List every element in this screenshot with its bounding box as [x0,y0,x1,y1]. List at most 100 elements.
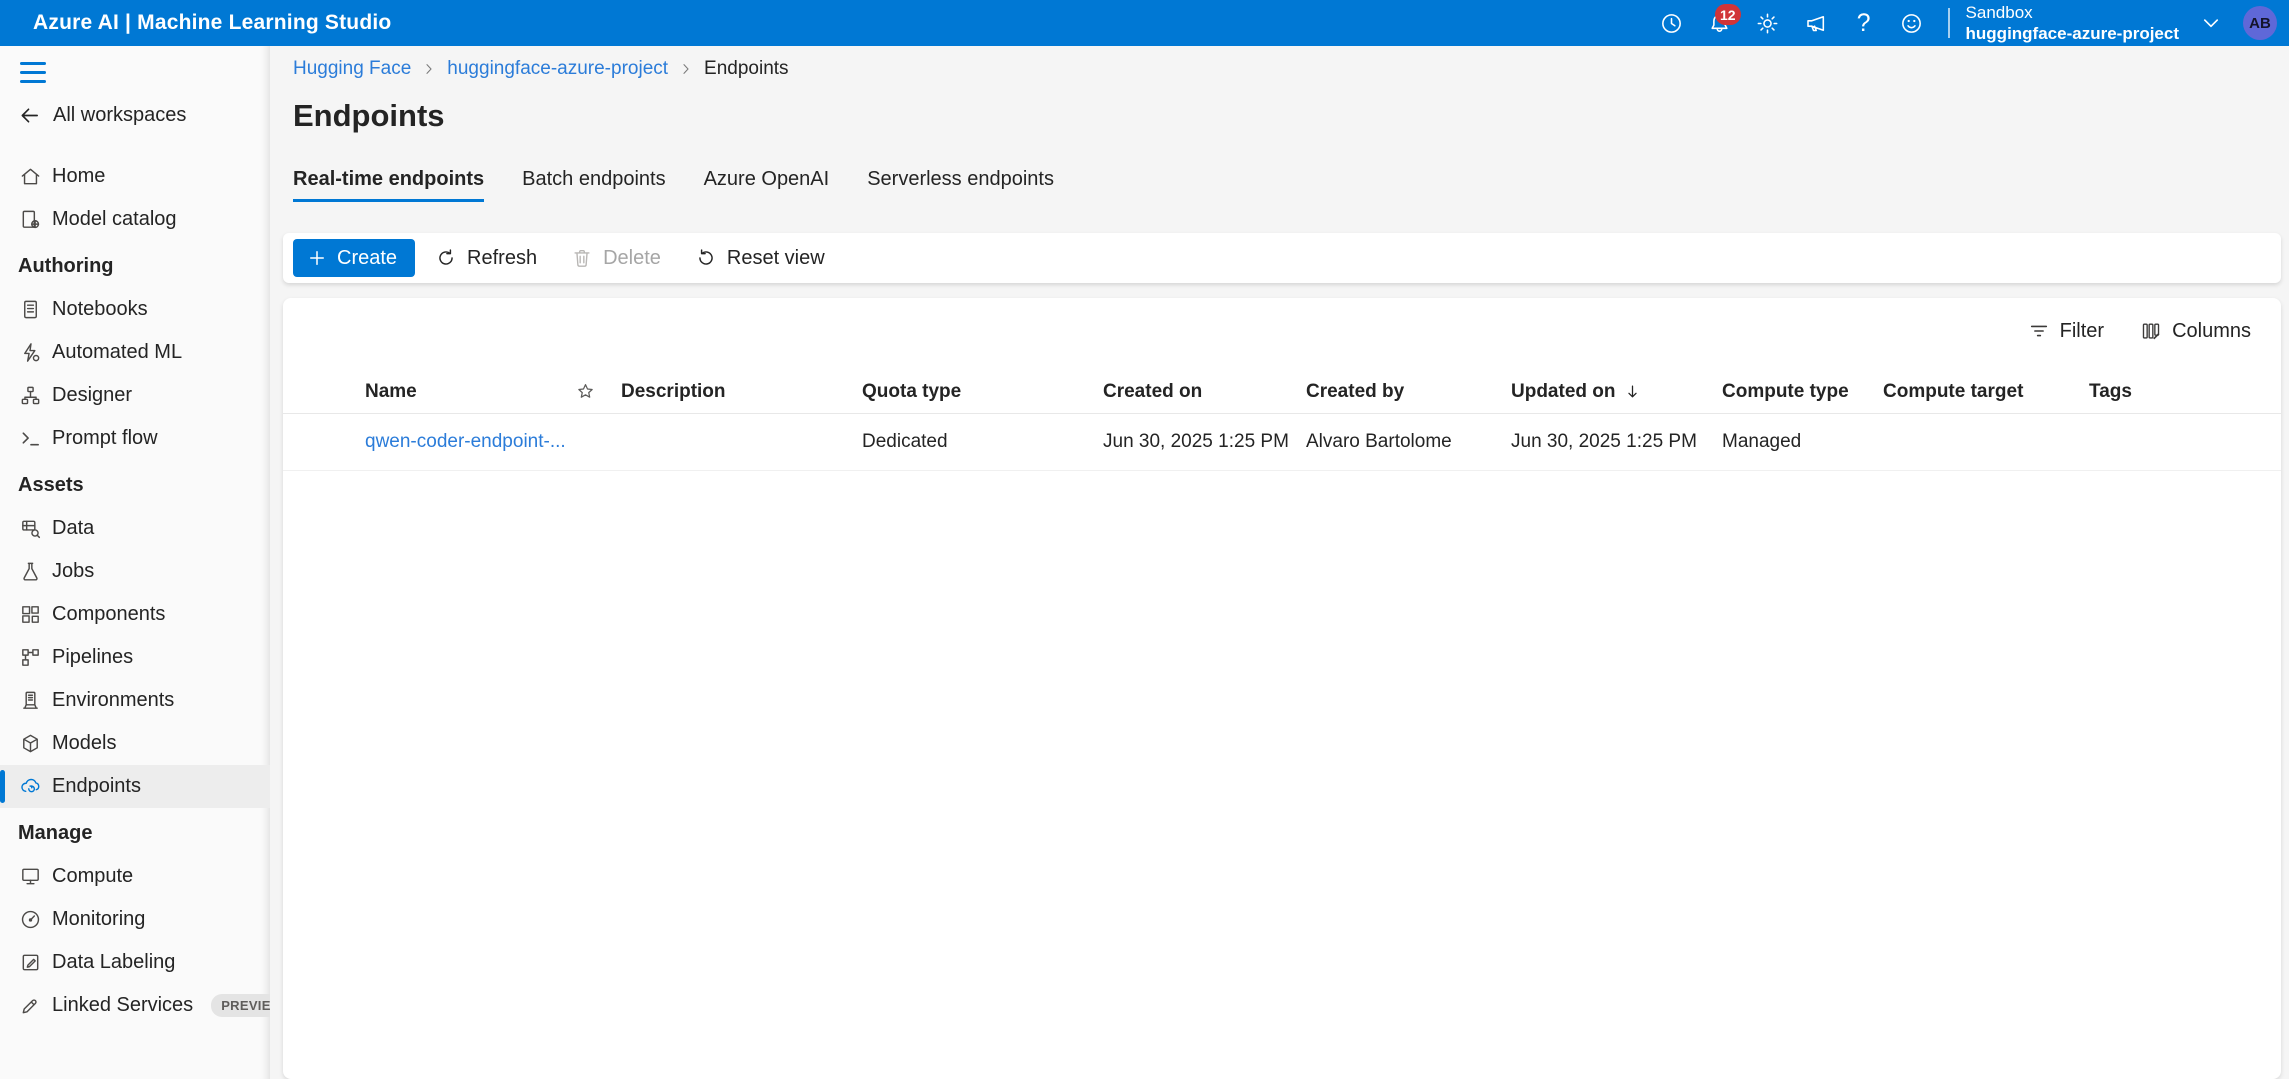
edit-columns-icon [2140,320,2162,342]
linked-services-icon [18,994,42,1018]
back-arrow-icon [18,104,41,127]
topbar-divider [1948,8,1950,38]
sort-descending-icon [1624,383,1641,400]
breadcrumb-link-hub[interactable]: Hugging Face [293,58,411,80]
preview-badge: PREVIEW [211,994,270,1017]
app-title: Azure AI | Machine Learning Studio [33,11,391,35]
sidebar-item-model-catalog[interactable]: Model catalog [0,198,270,241]
sidebar-item-pipelines[interactable]: Pipelines [0,636,270,679]
sidebar: All workspaces Home Model catalog Author… [0,46,270,1079]
reset-icon [695,247,717,269]
table-row[interactable]: qwen-coder-endpoint-... Dedicated Jun 30… [283,414,2281,471]
sidebar-item-compute[interactable]: Compute [0,855,270,898]
table-header-row: Name Description Quota type Created on C… [283,370,2281,414]
sidebar-item-data-labeling[interactable]: Data Labeling [0,941,270,984]
model-catalog-icon [18,208,42,232]
column-header-compute-type[interactable]: Compute type [1722,381,1883,403]
column-header-created-on[interactable]: Created on [1103,381,1306,403]
workspace-chevron-down-icon[interactable] [2191,3,2231,43]
trash-icon [571,247,593,269]
column-header-description[interactable]: Description [621,381,862,403]
sidebar-item-environments[interactable]: Environments [0,679,270,722]
reset-view-button[interactable]: Reset view [681,239,839,277]
breadcrumb-chevron-icon [422,62,436,76]
workspace-name: huggingface-azure-project [1966,23,2179,44]
refresh-icon [435,247,457,269]
settings-button[interactable] [1746,3,1790,43]
sidebar-item-monitoring[interactable]: Monitoring [0,898,270,941]
history-icon[interactable] [1650,3,1694,43]
column-header-updated-on[interactable]: Updated on [1511,381,1722,403]
table-controls: Filter Columns [365,314,2251,348]
announcements-button[interactable] [1794,3,1838,43]
sidebar-item-prompt-flow[interactable]: Prompt flow [0,417,270,460]
filter-icon [2028,320,2050,342]
workspace-switcher[interactable]: Sandbox huggingface-azure-project [1966,2,2179,45]
endpoint-name-link[interactable]: qwen-coder-endpoint-... [365,431,566,452]
sidebar-section-manage: Manage [0,808,270,855]
monitoring-icon [18,908,42,932]
tab-batch-endpoints[interactable]: Batch endpoints [522,168,665,202]
column-header-created-by[interactable]: Created by [1306,381,1511,403]
gear-icon [1755,11,1780,36]
sidebar-item-data[interactable]: Data [0,507,270,550]
cell-created-on: Jun 30, 2025 1:25 PM [1103,431,1306,453]
app-window: Azure AI | Machine Learning Studio 12 ? … [0,0,2289,1079]
cell-created-by: Alvaro Bartolome [1306,431,1511,453]
sidebar-item-notebooks[interactable]: Notebooks [0,288,270,331]
pipelines-icon [18,646,42,670]
delete-button[interactable]: Delete [557,239,675,277]
plus-icon [307,248,327,268]
notebooks-icon [18,298,42,322]
column-header-tags[interactable]: Tags [2089,381,2251,403]
page-title: Endpoints [293,98,2289,134]
create-button[interactable]: Create [293,239,415,277]
tab-real-time-endpoints[interactable]: Real-time endpoints [293,168,484,202]
notification-badge: 12 [1715,4,1741,25]
sidebar-item-models[interactable]: Models [0,722,270,765]
smiley-icon [1899,11,1924,36]
sidebar-item-linked-services[interactable]: Linked Services PREVIEW [0,984,270,1027]
prompt-flow-icon [18,427,42,451]
command-bar: Create Refresh Delete Reset view [283,233,2281,283]
sidebar-item-home[interactable]: Home [0,155,270,198]
sidebar-item-automated-ml[interactable]: Automated ML [0,331,270,374]
tab-azure-openai[interactable]: Azure OpenAI [704,168,830,202]
workspace-label: Sandbox [1966,2,2179,23]
data-icon [18,517,42,541]
sidebar-section-assets: Assets [0,460,270,507]
all-workspaces-label: All workspaces [53,104,186,127]
data-labeling-icon [18,951,42,975]
cell-updated-on: Jun 30, 2025 1:25 PM [1511,431,1722,453]
hamburger-menu-icon[interactable] [16,58,50,87]
feedback-button[interactable] [1890,3,1934,43]
topbar-actions: 12 ? Sandbox huggingface-azure-project A… [1650,2,2277,45]
tab-serverless-endpoints[interactable]: Serverless endpoints [867,168,1054,202]
clock-icon [1659,11,1684,36]
environments-icon [18,689,42,713]
notifications-button[interactable]: 12 [1698,3,1742,43]
help-button[interactable]: ? [1842,3,1886,43]
sidebar-item-designer[interactable]: Designer [0,374,270,417]
endpoints-table-card: Filter Columns Name Description Quota ty… [283,298,2281,1079]
all-workspaces-link[interactable]: All workspaces [0,95,270,135]
filter-button[interactable]: Filter [2028,320,2104,343]
sidebar-item-components[interactable]: Components [0,593,270,636]
columns-button[interactable]: Columns [2140,320,2251,343]
designer-icon [18,384,42,408]
breadcrumb-link-project[interactable]: huggingface-azure-project [447,58,668,80]
breadcrumb-current: Endpoints [704,58,789,80]
breadcrumb: Hugging Face huggingface-azure-project E… [293,56,2289,82]
compute-icon [18,865,42,889]
sidebar-item-endpoints[interactable]: Endpoints [0,765,270,808]
column-header-quota-type[interactable]: Quota type [862,381,1103,403]
column-header-favorite[interactable] [575,381,621,402]
megaphone-icon [1803,11,1828,36]
avatar[interactable]: AB [2243,6,2277,40]
refresh-button[interactable]: Refresh [421,239,551,277]
column-header-name[interactable]: Name [365,381,575,403]
sidebar-item-jobs[interactable]: Jobs [0,550,270,593]
cell-quota-type: Dedicated [862,431,1103,453]
models-icon [18,732,42,756]
column-header-compute-target[interactable]: Compute target [1883,381,2089,403]
